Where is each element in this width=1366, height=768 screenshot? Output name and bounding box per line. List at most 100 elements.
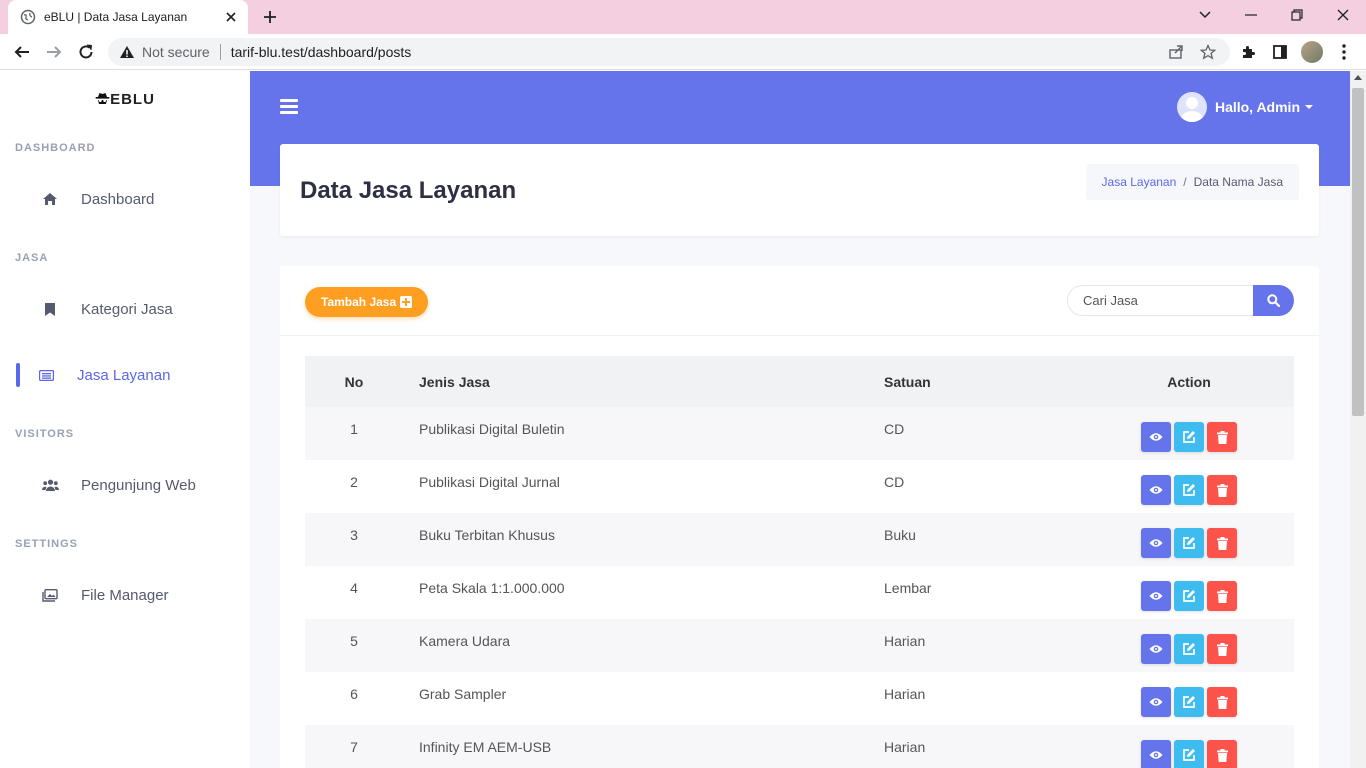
data-card: Tambah Jasa No Jenis Jasa Satuan Action …	[280, 266, 1319, 768]
view-button[interactable]	[1141, 528, 1171, 558]
scroll-up-arrow-icon[interactable]	[1354, 75, 1362, 80]
address-bar[interactable]: Not secure tarif-blu.test/dashboard/post…	[108, 38, 1230, 66]
restore-window-button[interactable]	[1284, 4, 1310, 26]
eye-icon	[1149, 592, 1163, 600]
sidebar-item-dashboard[interactable]: Dashboard	[0, 179, 250, 219]
cell-action	[1084, 725, 1294, 768]
forward-arrow-icon[interactable]	[42, 40, 66, 64]
cell-no: 1	[305, 407, 403, 460]
sidebar-heading-visitors: VISITORS	[15, 428, 75, 440]
table-row: 4 Peta Skala 1:1.000.000 Lembar	[305, 566, 1294, 619]
new-tab-button[interactable]	[258, 6, 282, 28]
edit-icon	[1183, 749, 1195, 761]
delete-button[interactable]	[1207, 740, 1237, 768]
column-header-jenis[interactable]: Jenis Jasa	[403, 356, 884, 407]
edit-icon	[1183, 590, 1195, 602]
delete-button[interactable]	[1207, 687, 1237, 717]
edit-icon	[1183, 484, 1195, 496]
cell-satuan: Harian	[884, 725, 1084, 768]
sidebar-item-jasa-layanan[interactable]: Jasa Layanan	[0, 355, 250, 395]
page-title: Data Jasa Layanan	[300, 177, 517, 204]
search-input[interactable]	[1067, 285, 1253, 316]
sidebar-item-kategori-jasa[interactable]: Kategori Jasa	[0, 289, 250, 329]
edit-button[interactable]	[1174, 528, 1204, 558]
search-icon	[1267, 294, 1280, 307]
browser-tab[interactable]: eBLU | Data Jasa Layanan	[8, 0, 248, 34]
cell-no: 3	[305, 513, 403, 566]
trash-icon	[1216, 536, 1228, 550]
view-button[interactable]	[1141, 422, 1171, 452]
edit-button[interactable]	[1174, 740, 1204, 768]
card-divider	[280, 335, 1319, 336]
add-jasa-button[interactable]: Tambah Jasa	[305, 287, 429, 317]
extensions-puzzle-icon[interactable]	[1236, 40, 1260, 64]
cell-jenis: Buku Terbitan Khusus	[403, 513, 884, 566]
tab-search-chevron-icon[interactable]	[1192, 4, 1218, 26]
sidebar-item-file-manager[interactable]: File Manager	[0, 575, 250, 615]
security-status[interactable]: Not secure	[142, 44, 210, 60]
breadcrumb-separator: /	[1183, 175, 1187, 189]
cell-satuan: Harian	[884, 619, 1084, 672]
delete-button[interactable]	[1207, 528, 1237, 558]
users-icon	[40, 475, 60, 495]
close-tab-icon[interactable]	[222, 8, 240, 26]
bookmark-star-icon[interactable]	[1198, 42, 1218, 62]
cell-jenis: Publikasi Digital Buletin	[403, 407, 884, 460]
back-arrow-icon[interactable]	[10, 40, 34, 64]
trash-icon	[1216, 748, 1228, 762]
edit-icon	[1183, 537, 1195, 549]
close-window-button[interactable]	[1330, 4, 1356, 26]
trash-icon	[1216, 589, 1228, 603]
plus-square-icon	[400, 296, 413, 308]
side-panel-icon[interactable]	[1268, 40, 1292, 64]
reload-icon[interactable]	[74, 40, 98, 64]
sidebar-item-label: File Manager	[81, 586, 169, 604]
table-row: 5 Kamera Udara Harian	[305, 619, 1294, 672]
delete-button[interactable]	[1207, 581, 1237, 611]
cell-no: 5	[305, 619, 403, 672]
profile-avatar[interactable]	[1300, 40, 1324, 64]
edit-button[interactable]	[1174, 581, 1204, 611]
sidebar: EBLU DASHBOARD Dashboard JASA Kategori J…	[0, 71, 250, 768]
delete-button[interactable]	[1207, 475, 1237, 505]
more-options-icon[interactable]	[1332, 40, 1356, 64]
warning-icon	[118, 43, 136, 61]
trash-icon	[1216, 483, 1228, 497]
url-text[interactable]: tarif-blu.test/dashboard/posts	[231, 44, 412, 60]
page-viewport: EBLU DASHBOARD Dashboard JASA Kategori J…	[0, 71, 1350, 768]
delete-button[interactable]	[1207, 634, 1237, 664]
breadcrumb-link[interactable]: Jasa Layanan	[1102, 175, 1177, 189]
view-button[interactable]	[1141, 475, 1171, 505]
minimize-window-button[interactable]	[1238, 4, 1264, 26]
sidebar-heading-dashboard: DASHBOARD	[15, 142, 96, 154]
scrollbar-thumb[interactable]	[1352, 88, 1364, 416]
column-header-action: Action	[1084, 356, 1294, 407]
sidebar-item-label: Pengunjung Web	[81, 476, 196, 494]
table-row: 7 Infinity EM AEM-USB Harian	[305, 725, 1294, 768]
sidebar-item-label: Jasa Layanan	[77, 366, 171, 384]
column-header-no[interactable]: No	[305, 356, 403, 407]
brand-logo[interactable]: EBLU	[0, 91, 250, 108]
user-dropdown[interactable]: Hallo, Admin	[1176, 92, 1313, 122]
eye-icon	[1149, 486, 1163, 494]
search-button[interactable]	[1253, 285, 1294, 316]
view-button[interactable]	[1141, 740, 1171, 768]
view-button[interactable]	[1141, 581, 1171, 611]
edit-button[interactable]	[1174, 634, 1204, 664]
view-button[interactable]	[1141, 687, 1171, 717]
eye-icon	[1149, 539, 1163, 547]
delete-button[interactable]	[1207, 422, 1237, 452]
cell-jenis: Grab Sampler	[419, 686, 507, 702]
share-icon[interactable]	[1166, 42, 1186, 62]
trash-icon	[1216, 642, 1228, 656]
column-header-satuan[interactable]: Satuan	[884, 356, 1084, 407]
breadcrumb: Jasa Layanan / Data Nama Jasa	[1085, 164, 1299, 200]
sidebar-item-label: Kategori Jasa	[81, 300, 173, 318]
edit-button[interactable]	[1174, 475, 1204, 505]
view-button[interactable]	[1141, 634, 1171, 664]
sidebar-item-pengunjung-web[interactable]: Pengunjung Web	[0, 465, 250, 505]
page-scrollbar[interactable]	[1350, 71, 1366, 768]
hamburger-menu-icon[interactable]	[280, 99, 298, 115]
edit-button[interactable]	[1174, 422, 1204, 452]
edit-button[interactable]	[1174, 687, 1204, 717]
